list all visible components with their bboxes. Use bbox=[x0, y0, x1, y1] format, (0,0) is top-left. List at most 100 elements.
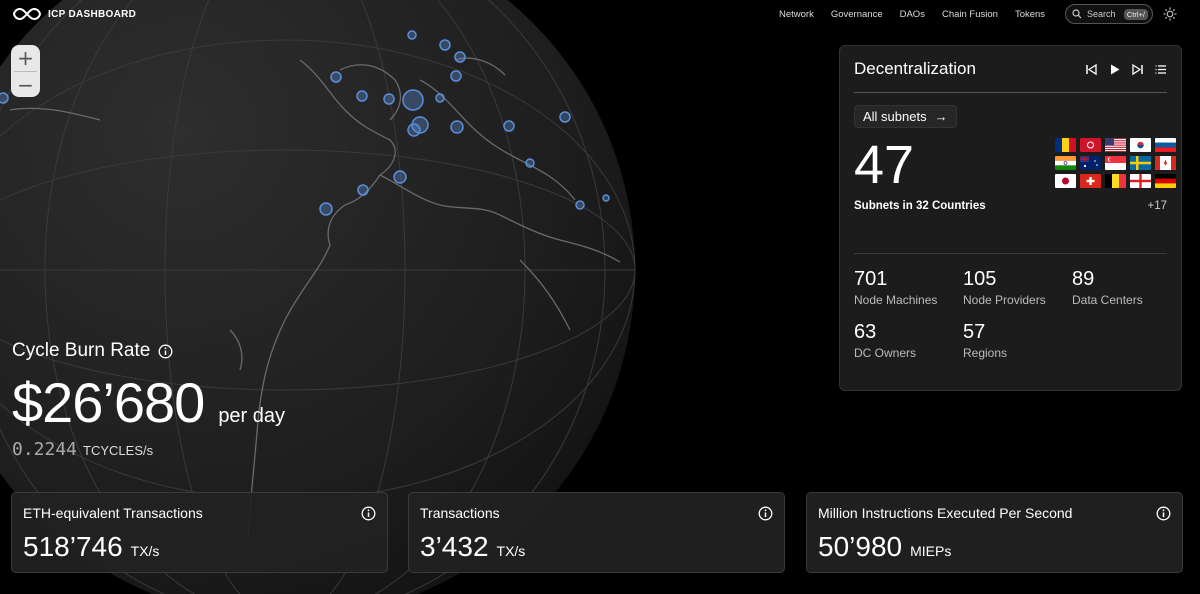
burn-rate: 0.2244 bbox=[12, 439, 78, 460]
zoom-out-button[interactable]: − bbox=[11, 72, 40, 97]
node-marker bbox=[357, 184, 369, 196]
burn-title: Cycle Burn Rate bbox=[12, 340, 151, 361]
zoom-controls: + − bbox=[11, 45, 40, 97]
stat-label: Node Machines bbox=[854, 293, 938, 307]
stat-dc-owners: 63 DC Owners bbox=[854, 321, 963, 360]
nav-item-daos[interactable]: DAOs bbox=[900, 9, 925, 20]
burn-title-row: Cycle Burn Rate bbox=[12, 340, 285, 362]
flag-japan-icon bbox=[1055, 174, 1076, 188]
stat-label: Data Centers bbox=[1072, 293, 1143, 307]
stat-value: 105 bbox=[963, 268, 997, 290]
flag-canada-icon bbox=[1155, 156, 1176, 170]
subnet-count: 47 bbox=[854, 135, 915, 195]
stat-value: 89 bbox=[1072, 268, 1095, 290]
transactions-card[interactable]: Transactions 3’432 TX/s bbox=[408, 492, 785, 573]
node-marker bbox=[450, 120, 464, 134]
stat-label: Regions bbox=[963, 346, 1008, 360]
flag-south-korea-icon bbox=[1130, 138, 1151, 152]
flag-isle-of-man-icon bbox=[1080, 138, 1101, 152]
card-value-row: 50’980 MIEPs bbox=[818, 531, 1171, 563]
flag-australia-icon bbox=[1080, 156, 1101, 170]
burn-value: $26’680 bbox=[12, 371, 205, 434]
node-marker bbox=[602, 194, 610, 202]
main-nav: Network Governance DAOs Chain Fusion Tok… bbox=[779, 9, 1045, 20]
flag-sweden-icon bbox=[1130, 156, 1151, 170]
card-unit: MIEPs bbox=[910, 543, 952, 559]
infinity-icon bbox=[12, 7, 42, 21]
flag-georgia-icon bbox=[1130, 174, 1151, 188]
stat-value: 701 bbox=[854, 268, 888, 290]
brand[interactable]: ICP DASHBOARD bbox=[12, 6, 136, 22]
skip-forward-icon[interactable] bbox=[1131, 63, 1144, 76]
node-marker bbox=[575, 200, 585, 210]
burn-rate-unit: TCYCLES/s bbox=[83, 443, 154, 458]
search-label: Search bbox=[1087, 9, 1116, 19]
decentralization-panel: Decentralization All subnets → 47 Subnet… bbox=[839, 45, 1182, 391]
info-icon[interactable] bbox=[1156, 506, 1171, 521]
playback-controls bbox=[1085, 63, 1167, 76]
node-marker bbox=[393, 170, 407, 184]
panel-title: Decentralization bbox=[854, 59, 976, 78]
decentralization-stats: 701 Node Machines 105 Node Providers 89 … bbox=[854, 268, 1181, 360]
stat-label: DC Owners bbox=[854, 346, 917, 360]
burn-unit: per day bbox=[218, 405, 286, 427]
info-icon[interactable] bbox=[758, 506, 773, 521]
subnets-countries-text: Subnets in 32 Countries bbox=[854, 200, 986, 212]
card-title: ETH-equivalent Transactions bbox=[23, 505, 203, 521]
more-flags-count[interactable]: +17 bbox=[1147, 200, 1167, 212]
nav-item-governance[interactable]: Governance bbox=[831, 9, 883, 20]
node-marker bbox=[383, 93, 395, 105]
instructions-per-second-card[interactable]: Million Instructions Executed Per Second… bbox=[806, 492, 1183, 573]
eth-transactions-card[interactable]: ETH-equivalent Transactions 518’746 TX/s bbox=[11, 492, 388, 573]
burn-rate-row: 0.2244 TCYCLES/s bbox=[12, 439, 285, 460]
panel-header: Decentralization bbox=[854, 46, 1167, 93]
info-icon[interactable] bbox=[158, 344, 173, 359]
flag-germany-icon bbox=[1155, 174, 1176, 188]
stat-label: Node Providers bbox=[963, 293, 1046, 307]
node-marker bbox=[559, 111, 571, 123]
nav-item-tokens[interactable]: Tokens bbox=[1015, 9, 1045, 20]
node-marker bbox=[450, 70, 462, 82]
flag-singapore-icon bbox=[1105, 156, 1126, 170]
flag-slovenia-icon bbox=[1155, 138, 1176, 152]
cycle-burn-rate: Cycle Burn Rate $26’680 per day 0.2244 T… bbox=[12, 340, 285, 460]
stat-node-machines: 701 Node Machines bbox=[854, 268, 963, 307]
node-marker bbox=[330, 71, 342, 83]
card-title: Million Instructions Executed Per Second bbox=[818, 505, 1073, 521]
sun-icon[interactable] bbox=[1163, 7, 1177, 21]
search-icon bbox=[1072, 9, 1082, 19]
flag-india-icon bbox=[1055, 156, 1076, 170]
search-shortcut: Ctrl+/ bbox=[1123, 8, 1148, 20]
zoom-in-button[interactable]: + bbox=[11, 45, 40, 71]
all-subnets-button[interactable]: All subnets → bbox=[854, 105, 957, 128]
node-marker bbox=[439, 39, 451, 51]
cluster-marker bbox=[407, 123, 421, 137]
search-button[interactable]: Search Ctrl+/ bbox=[1065, 4, 1153, 24]
card-value-row: 518’746 TX/s bbox=[23, 531, 376, 563]
burn-value-row: $26’680 per day bbox=[12, 370, 285, 435]
skip-back-icon[interactable] bbox=[1085, 63, 1098, 76]
flag-romania-icon bbox=[1055, 138, 1076, 152]
stat-data-centers: 89 Data Centers bbox=[1072, 268, 1181, 307]
node-marker bbox=[0, 92, 9, 104]
panel-divider bbox=[854, 253, 1167, 254]
play-icon[interactable] bbox=[1108, 63, 1121, 76]
country-flags[interactable] bbox=[1055, 138, 1176, 188]
card-value: 3’432 bbox=[420, 531, 489, 562]
nav-item-network[interactable]: Network bbox=[779, 9, 814, 20]
stat-value: 63 bbox=[854, 321, 877, 343]
node-marker bbox=[435, 93, 445, 103]
node-marker bbox=[525, 158, 535, 168]
card-value: 518’746 bbox=[23, 531, 123, 562]
card-unit: TX/s bbox=[130, 543, 160, 559]
node-marker bbox=[356, 90, 368, 102]
list-icon[interactable] bbox=[1154, 63, 1167, 76]
card-unit: TX/s bbox=[496, 543, 526, 559]
nav-item-chain-fusion[interactable]: Chain Fusion bbox=[942, 9, 998, 20]
card-value-row: 3’432 TX/s bbox=[420, 531, 773, 563]
all-subnets-label: All subnets bbox=[863, 109, 927, 124]
card-header: Million Instructions Executed Per Second bbox=[818, 505, 1171, 521]
info-icon[interactable] bbox=[361, 506, 376, 521]
stat-value: 57 bbox=[963, 321, 986, 343]
cluster-marker bbox=[402, 89, 424, 111]
